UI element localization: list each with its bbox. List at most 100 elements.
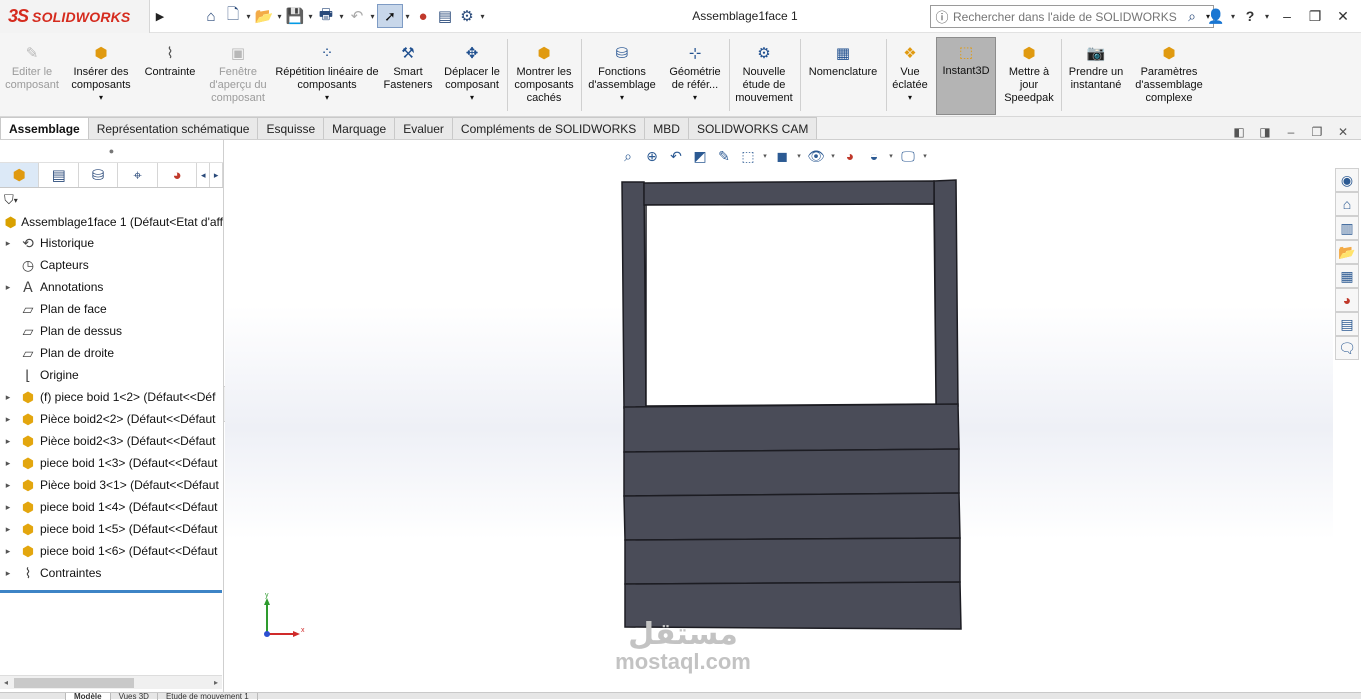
expand-arrow-icon[interactable]: ▸ (0, 480, 16, 491)
options-dropdown-icon[interactable]: ▾ (478, 12, 487, 21)
configuration-manager-tab-icon[interactable]: ⛁ (79, 163, 119, 187)
exploded-view-button[interactable]: ❖ Vue éclatée ▾ (888, 39, 932, 115)
expand-arrow-icon[interactable]: ▸ (0, 436, 16, 447)
file-properties-icon[interactable]: ▤ (434, 5, 456, 27)
design-library-icon[interactable]: ▥ (1335, 216, 1359, 240)
new-document-icon[interactable]: 🗋 (222, 5, 244, 27)
save-dropdown-icon[interactable]: ▾ (306, 12, 315, 21)
expand-arrow-icon[interactable]: ▸ (0, 414, 16, 425)
expand-arrow-icon[interactable]: ▸ (0, 458, 16, 469)
custom-properties-icon[interactable]: ▤ (1335, 312, 1359, 336)
feature-manager-tab-icon[interactable]: ⬢ (0, 163, 40, 187)
select-dropdown-icon[interactable]: ▾ (403, 12, 412, 21)
minimize-icon[interactable]: – (1273, 8, 1301, 24)
reference-geometry-dropdown-icon[interactable]: ▾ (662, 93, 728, 103)
tree-node[interactable]: ▸ ⌇ Contraintes (0, 562, 223, 584)
tree-node[interactable]: ▸ ⟲ Historique (0, 232, 223, 254)
select-pointer-icon[interactable]: ➚ (377, 4, 403, 28)
search-icon[interactable]: ⌕ (1181, 8, 1203, 25)
solidworks-resources-icon[interactable]: ◉ (1335, 168, 1359, 192)
tree-node[interactable]: ⌊ Origine (0, 364, 223, 386)
insert-components-dropdown-icon[interactable]: ▾ (66, 93, 136, 103)
view-palette-icon[interactable]: ▦ (1335, 264, 1359, 288)
tree-node[interactable]: ▱ Plan de face (0, 298, 223, 320)
tab-assembly[interactable]: Assemblage (0, 117, 89, 139)
restore-icon[interactable]: ❐ (1301, 8, 1329, 25)
help-icon[interactable]: ? (1239, 8, 1261, 24)
bom-button[interactable]: ▦ Nomenclature (802, 39, 884, 115)
tab-evaluate[interactable]: Evaluer (394, 117, 453, 139)
linear-pattern-button[interactable]: ⁘ Répétition linéaire de composants ▾ (274, 39, 380, 115)
undo-dropdown-icon[interactable]: ▾ (368, 12, 377, 21)
reference-geometry-button[interactable]: ⊹ Géométrie de référ... ▾ (662, 39, 728, 115)
linear-pattern-dropdown-icon[interactable]: ▾ (274, 93, 380, 103)
undo-icon[interactable]: ↶ (346, 5, 368, 27)
print-icon[interactable]: 🖶 (315, 5, 337, 27)
tab-schematic[interactable]: Représentation schématique (87, 117, 259, 139)
scroll-right-icon[interactable]: ▸ (210, 676, 222, 690)
print-dropdown-icon[interactable]: ▾ (337, 12, 346, 21)
tile-right-icon[interactable]: ◨ (1252, 125, 1278, 139)
take-snapshot-button[interactable]: 📷 Prendre un instantané (1064, 39, 1128, 115)
update-speedpak-button[interactable]: ⬢ Mettre à jour Speedpak (1000, 39, 1058, 115)
property-manager-tab-icon[interactable]: ▤ (39, 163, 79, 187)
viewport-restore-icon[interactable]: ❐ (1304, 125, 1330, 139)
door-assembly-model[interactable] (621, 179, 962, 630)
move-component-dropdown-icon[interactable]: ▾ (438, 93, 506, 103)
panel-grip-handle[interactable]: ● (0, 140, 223, 162)
open-dropdown-icon[interactable]: ▾ (275, 12, 284, 21)
save-icon[interactable]: 💾 (284, 5, 306, 27)
appearances-icon[interactable]: ◕ (1335, 288, 1359, 312)
tree-node[interactable]: ▸ ⬢ piece boid 1<4> (Défaut<<Défaut (0, 496, 223, 518)
tab-addins[interactable]: Compléments de SOLIDWORKS (451, 117, 646, 139)
help-search-input[interactable] (953, 9, 1181, 24)
file-explorer-icon[interactable]: 📂 (1335, 240, 1359, 264)
tree-node[interactable]: ▸ ⬢ piece boid 1<3> (Défaut<<Défaut (0, 452, 223, 474)
filter-icon[interactable]: ⛉ ▾ (0, 188, 223, 212)
tabs-scroll-left-icon[interactable]: ◂ (197, 163, 211, 187)
tree-node[interactable]: ▸ ⬢ Pièce boid 3<1> (Défaut<<Défaut (0, 474, 223, 496)
home-task-pane-icon[interactable]: ⌂ (1335, 192, 1359, 216)
smart-fasteners-button[interactable]: ⚒ Smart Fasteners (380, 39, 436, 115)
new-motion-study-button[interactable]: ⚙ Nouvelle étude de mouvement (731, 39, 797, 115)
tile-left-icon[interactable]: ◧ (1226, 125, 1252, 139)
tab-cam[interactable]: SOLIDWORKS CAM (687, 117, 818, 139)
show-hidden-components-button[interactable]: ⬢ Montrer les composants cachés (509, 39, 579, 115)
viewport-minimize-icon[interactable]: – (1278, 125, 1304, 139)
expand-arrow-icon[interactable]: ▸ (0, 282, 16, 293)
large-assembly-settings-button[interactable]: ⬢ Paramètres d'assemblage complexe (1130, 39, 1208, 115)
tree-node[interactable]: ◷ Capteurs (0, 254, 223, 276)
assembly-features-dropdown-icon[interactable]: ▾ (584, 93, 660, 103)
display-manager-tab-icon[interactable]: ◕ (158, 163, 198, 187)
user-dropdown-icon[interactable]: ▾ (1227, 12, 1239, 21)
expand-arrow-icon[interactable]: ▸ (0, 546, 16, 557)
tree-node[interactable]: ▸ Ａ Annotations (0, 276, 223, 298)
scroll-left-icon[interactable]: ◂ (0, 676, 12, 690)
viewport-close-icon[interactable]: ✕ (1330, 125, 1356, 139)
expand-arrow-icon[interactable]: ▸ (0, 238, 16, 249)
tree-root-assembly[interactable]: ⬢ Assemblage1face 1 (Défaut<Etat d'aff (0, 212, 223, 232)
component-preview-window-button[interactable]: ▣ Fenêtre d'aperçu du composant (204, 39, 272, 115)
tree-node[interactable]: ▸ ⬢ piece boid 1<5> (Défaut<<Défaut (0, 518, 223, 540)
assembly-features-button[interactable]: ⛁ Fonctions d'assemblage ▾ (584, 39, 660, 115)
graphics-viewport[interactable]: ⌕ ⊕ ↶ ◩ ✎ ⬚ ▾ ◼ ▾ 👁 ▾ ◕ ◒ ▾ 🖵 ▾ y x (225, 140, 1333, 694)
tree-node[interactable]: ▱ Plan de droite (0, 342, 223, 364)
expand-arrow-icon[interactable]: ▸ (0, 568, 16, 579)
rebuild-traffic-light-icon[interactable]: ● (412, 5, 434, 27)
tree-node[interactable]: ▱ Plan de dessus (0, 320, 223, 342)
help-dropdown-icon[interactable]: ▾ (1261, 12, 1273, 21)
expand-arrow-icon[interactable]: ▸ (0, 524, 16, 535)
close-icon[interactable]: ✕ (1329, 8, 1357, 25)
tree-node[interactable]: ▸ ⬢ piece boid 1<6> (Défaut<<Défaut (0, 540, 223, 562)
dimxpert-tab-icon[interactable]: ⌖ (118, 163, 158, 187)
move-component-button[interactable]: ✥ Déplacer le composant ▾ (438, 39, 506, 115)
instant3d-button[interactable]: ⬚ Instant3D (936, 37, 996, 115)
tree-node[interactable]: ▸ ⬢ Pièce boid2<3> (Défaut<<Défaut (0, 430, 223, 452)
menu-expand-arrow-icon[interactable]: ▶ (153, 6, 167, 26)
forum-icon[interactable]: 🗨 (1335, 336, 1359, 360)
options-gear-icon[interactable]: ⚙ (456, 5, 478, 27)
tab-markup[interactable]: Marquage (323, 117, 396, 139)
exploded-view-dropdown-icon[interactable]: ▾ (888, 93, 932, 103)
rollback-bar[interactable] (0, 590, 222, 593)
tab-sketch[interactable]: Esquisse (257, 117, 325, 139)
